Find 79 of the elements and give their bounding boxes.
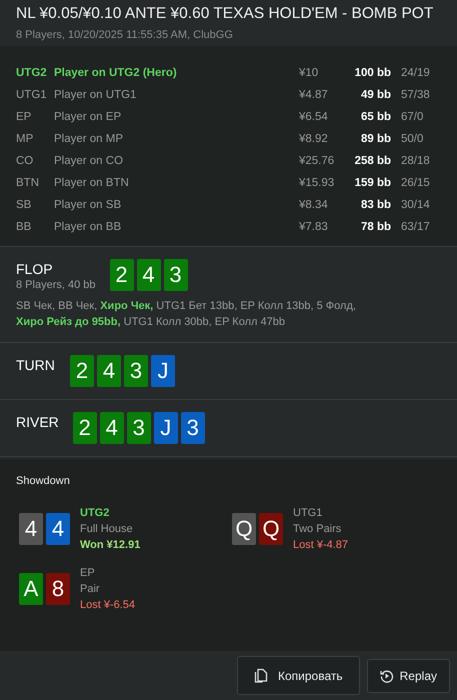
playing-card: 3 <box>126 412 151 444</box>
copy-button[interactable]: Копировать <box>237 656 360 695</box>
stack-bb: 65 bb <box>360 111 391 124</box>
stack-amount: ¥25.76 <box>299 155 336 168</box>
player-name: Player on BTN <box>54 177 130 190</box>
position-label: BTN <box>16 177 40 190</box>
player-name: Player on CO <box>54 155 124 168</box>
player-stats: 50/0 <box>400 133 424 146</box>
street-title: TURN <box>16 357 56 374</box>
hand-rank: Pair <box>80 583 101 596</box>
showdown-title: Showdown <box>16 475 71 488</box>
player-stats: 57/38 <box>400 89 431 102</box>
hand-rank: Two Pairs <box>293 523 342 536</box>
player-name: Player on SB <box>54 199 122 212</box>
playing-card: 8 <box>46 573 70 606</box>
playing-card: 2 <box>72 412 97 444</box>
playing-card: J <box>154 412 178 444</box>
stack-amount: ¥4.87 <box>299 89 329 102</box>
player-name: Player on UTG2 (Hero) <box>54 67 178 80</box>
playing-card: 4 <box>19 513 43 546</box>
playing-card: Q <box>259 513 283 546</box>
player-name: Player on BB <box>54 221 122 234</box>
stack-amount: ¥8.92 <box>299 133 329 146</box>
player-stats: 28/18 <box>400 155 431 168</box>
player-name: Player on UTG1 <box>54 89 138 102</box>
position-label: CO <box>16 155 34 168</box>
position-label: EP <box>16 111 32 124</box>
player-stats: 26/15 <box>400 177 431 190</box>
playing-card: 4 <box>97 355 121 388</box>
street-info: 8 Players, 40 bb <box>16 279 96 292</box>
position-label: UTG1 <box>293 507 324 520</box>
copy-icon <box>254 668 268 683</box>
playing-card: 4 <box>100 412 124 444</box>
stack-bb: 100 bb <box>354 67 391 80</box>
playing-card: A <box>19 573 43 606</box>
street-title: FLOP <box>16 261 54 278</box>
stack-bb: 258 bb <box>354 155 391 168</box>
position-label: UTG2 <box>16 67 48 80</box>
stack-bb: 159 bb <box>354 177 391 190</box>
position-label: BB <box>16 221 32 234</box>
stack-amount: ¥10 <box>299 67 320 80</box>
position-label: UTG2 <box>80 507 110 520</box>
playing-card: Q <box>232 513 256 546</box>
playing-card: 4 <box>46 513 70 546</box>
street-title: RIVER <box>16 414 59 430</box>
player-stats: 30/14 <box>400 199 431 212</box>
result-amount: Lost ¥-4.87 <box>293 539 348 552</box>
player-name: Player on MP <box>54 133 124 146</box>
playing-card: 4 <box>136 259 160 292</box>
playing-card: 3 <box>180 412 205 444</box>
playing-card: 2 <box>70 355 94 388</box>
stack-bb: 49 bb <box>360 89 391 102</box>
position-label: UTG1 <box>16 89 48 102</box>
stack-amount: ¥8.34 <box>299 199 329 212</box>
position-label: SB <box>16 199 32 212</box>
position-label: EP <box>80 567 96 580</box>
playing-card: 3 <box>164 259 188 292</box>
result-amount: Lost ¥-6.54 <box>80 599 136 612</box>
player-stats: 63/17 <box>400 221 431 234</box>
playing-card: 3 <box>124 355 148 388</box>
position-label: MP <box>16 133 34 146</box>
action-log: SB Чек, BB Чек, Хиро Чек, UTG1 Бет 13bb, EP Колл 13bb, 5 Фолд, Хиро Рейз до 95bb, UTG1 Колл 30bb, EP Колл 47bb <box>16 299 357 330</box>
stack-amount: ¥6.54 <box>299 111 329 124</box>
stack-bb: 89 bb <box>360 133 391 146</box>
window-title: NL ¥0.05/¥0.10 ANTE ¥0.60 TEXAS HOLD'EM - BOMB POT <box>16 5 434 23</box>
stack-amount: ¥7.83 <box>299 221 329 234</box>
stack-bb: 83 bb <box>360 199 391 212</box>
playing-card: 2 <box>110 259 134 292</box>
result-amount: Won ¥12.91 <box>80 539 140 552</box>
stack-amount: ¥15.93 <box>299 177 336 190</box>
replay-button[interactable]: Replay <box>366 659 450 693</box>
player-name: Player on EP <box>54 111 122 124</box>
player-stats: 24/19 <box>400 67 431 80</box>
player-stats: 67/0 <box>400 111 424 124</box>
stack-bb: 78 bb <box>360 221 391 234</box>
playing-card: J <box>151 355 175 388</box>
hand-info: 8 Players, 10/20/2025 11:55:35 AM, ClubGG <box>16 29 234 41</box>
hand-rank: Full House <box>80 523 134 536</box>
replay-icon <box>380 669 394 683</box>
